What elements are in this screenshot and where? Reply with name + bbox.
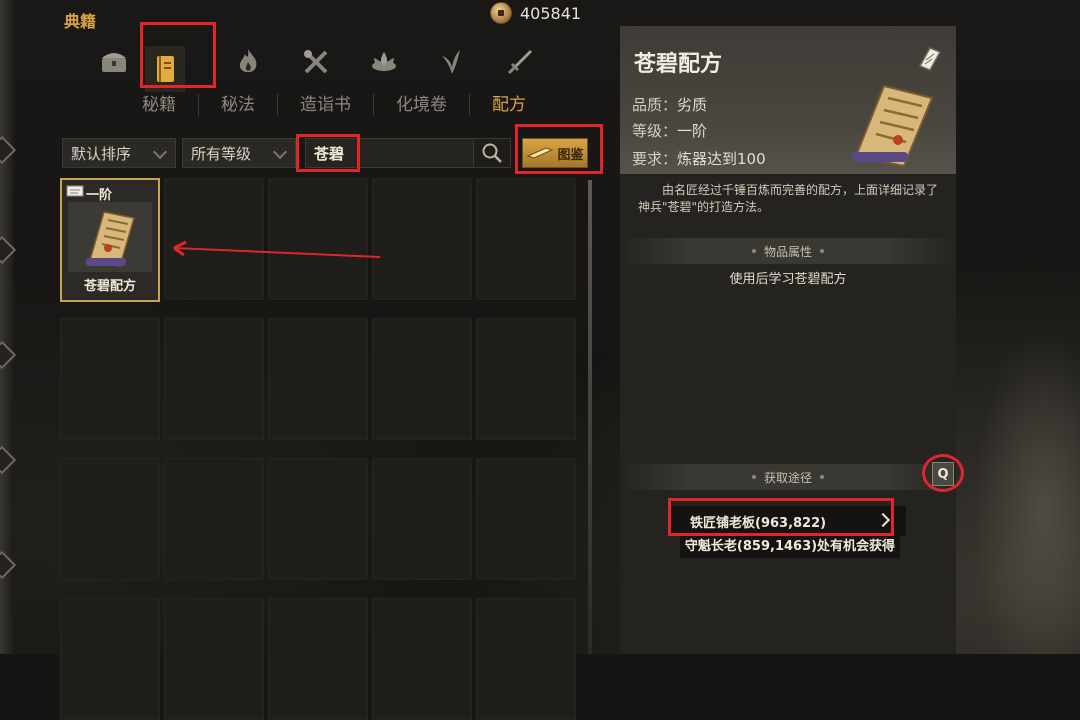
sword-icon[interactable] [501, 42, 539, 82]
highlight-box-atlas [515, 124, 603, 174]
crossed-tools-icon[interactable] [297, 42, 335, 82]
grid-cell[interactable] [372, 458, 472, 580]
grid-cell[interactable] [476, 458, 576, 580]
herb-icon[interactable] [433, 42, 471, 82]
search-icon[interactable] [473, 139, 510, 167]
tab-peifang[interactable]: 配方 [470, 94, 548, 116]
coin-icon [490, 2, 512, 24]
edge-ornament [0, 550, 17, 580]
tab-zaoyishu[interactable]: 造诣书 [278, 94, 374, 116]
grid-cell[interactable] [372, 318, 472, 440]
requirement-row: 要求：炼器达到100 [632, 150, 766, 168]
edge-ornament [0, 235, 17, 265]
highlight-circle-hotkey [922, 454, 964, 492]
section-item-attributes: 物品属性 [620, 238, 956, 264]
grid-cell[interactable] [372, 598, 472, 720]
grid-cell[interactable] [164, 318, 264, 440]
edge-ornament [0, 340, 17, 370]
chevron-down-icon [272, 144, 288, 160]
grid-cell[interactable] [164, 178, 264, 300]
edge-ornament [0, 445, 17, 475]
item-grade: 一阶 [86, 188, 113, 203]
sort-dropdown[interactable]: 默认排序 [62, 138, 176, 168]
subtab-bar: 秘籍 秘法 造诣书 化境卷 配方 [120, 94, 548, 116]
grid-cell[interactable] [476, 598, 576, 720]
window-title: 典籍 [64, 12, 97, 31]
item-card-selected[interactable]: 一阶 苍碧配方 [60, 178, 160, 302]
detail-header: 苍碧配方 品质：劣质 等级：一阶 要求：炼器达到100 [620, 26, 956, 174]
tab-huajingjuan[interactable]: 化境卷 [374, 94, 470, 116]
grid-cell[interactable] [60, 318, 160, 440]
tab-mifa[interactable]: 秘法 [199, 94, 278, 116]
recipe-book-icon [68, 202, 152, 272]
grid-cell[interactable] [268, 458, 368, 580]
pointer-arrow [173, 240, 381, 258]
tab-miji[interactable]: 秘籍 [120, 94, 199, 116]
left-border [0, 0, 17, 654]
background-decoration [960, 300, 1080, 654]
panel-divider [588, 180, 592, 654]
detail-title: 苍碧配方 [634, 51, 723, 77]
attribute-text: 使用后学习苍碧配方 [729, 272, 847, 287]
grid-cell[interactable] [476, 318, 576, 440]
recipe-scroll-icon [918, 47, 942, 71]
chest-icon[interactable] [95, 42, 133, 82]
grid-cell[interactable] [60, 458, 160, 580]
grid-cell[interactable] [164, 598, 264, 720]
sort-value: 默认排序 [71, 144, 132, 163]
quality-row: 品质：劣质 [632, 96, 708, 114]
lotus-icon[interactable] [365, 42, 403, 82]
grid-cell[interactable] [268, 598, 368, 720]
currency-value: 405841 [520, 3, 582, 23]
highlight-box-source [668, 498, 894, 536]
grade-value: 所有等级 [191, 144, 252, 163]
section-acquisition: 获取途径 [620, 464, 956, 490]
grid-cell[interactable] [268, 178, 368, 300]
grid-cell[interactable] [164, 458, 264, 580]
recipe-book-icon [852, 84, 934, 168]
item-name: 苍碧配方 [83, 279, 136, 294]
grid-cell[interactable] [60, 598, 160, 720]
scroll-icon [66, 185, 84, 197]
grid-cell[interactable] [476, 178, 576, 300]
grade-row: 等级：一阶 [632, 122, 708, 140]
grid-cell[interactable] [268, 318, 368, 440]
highlight-box-search [296, 134, 360, 172]
currency-display: 405841 [490, 2, 581, 24]
flame-icon[interactable] [229, 42, 267, 82]
highlight-box-category [140, 22, 216, 88]
chevron-down-icon [152, 144, 168, 160]
grid-cell[interactable] [372, 178, 472, 300]
grade-dropdown[interactable]: 所有等级 [182, 138, 296, 168]
item-description: 由名匠经过千锤百炼而完善的配方，上面详细记录了神兵"苍碧"的打造方法。 [638, 183, 939, 214]
source-text-2: 守魁长老(859,1463)处有机会获得 [680, 536, 900, 558]
detail-panel: 苍碧配方 品质：劣质 等级：一阶 要求：炼器达到100 由名匠经过千锤百炼而完善… [620, 26, 956, 654]
